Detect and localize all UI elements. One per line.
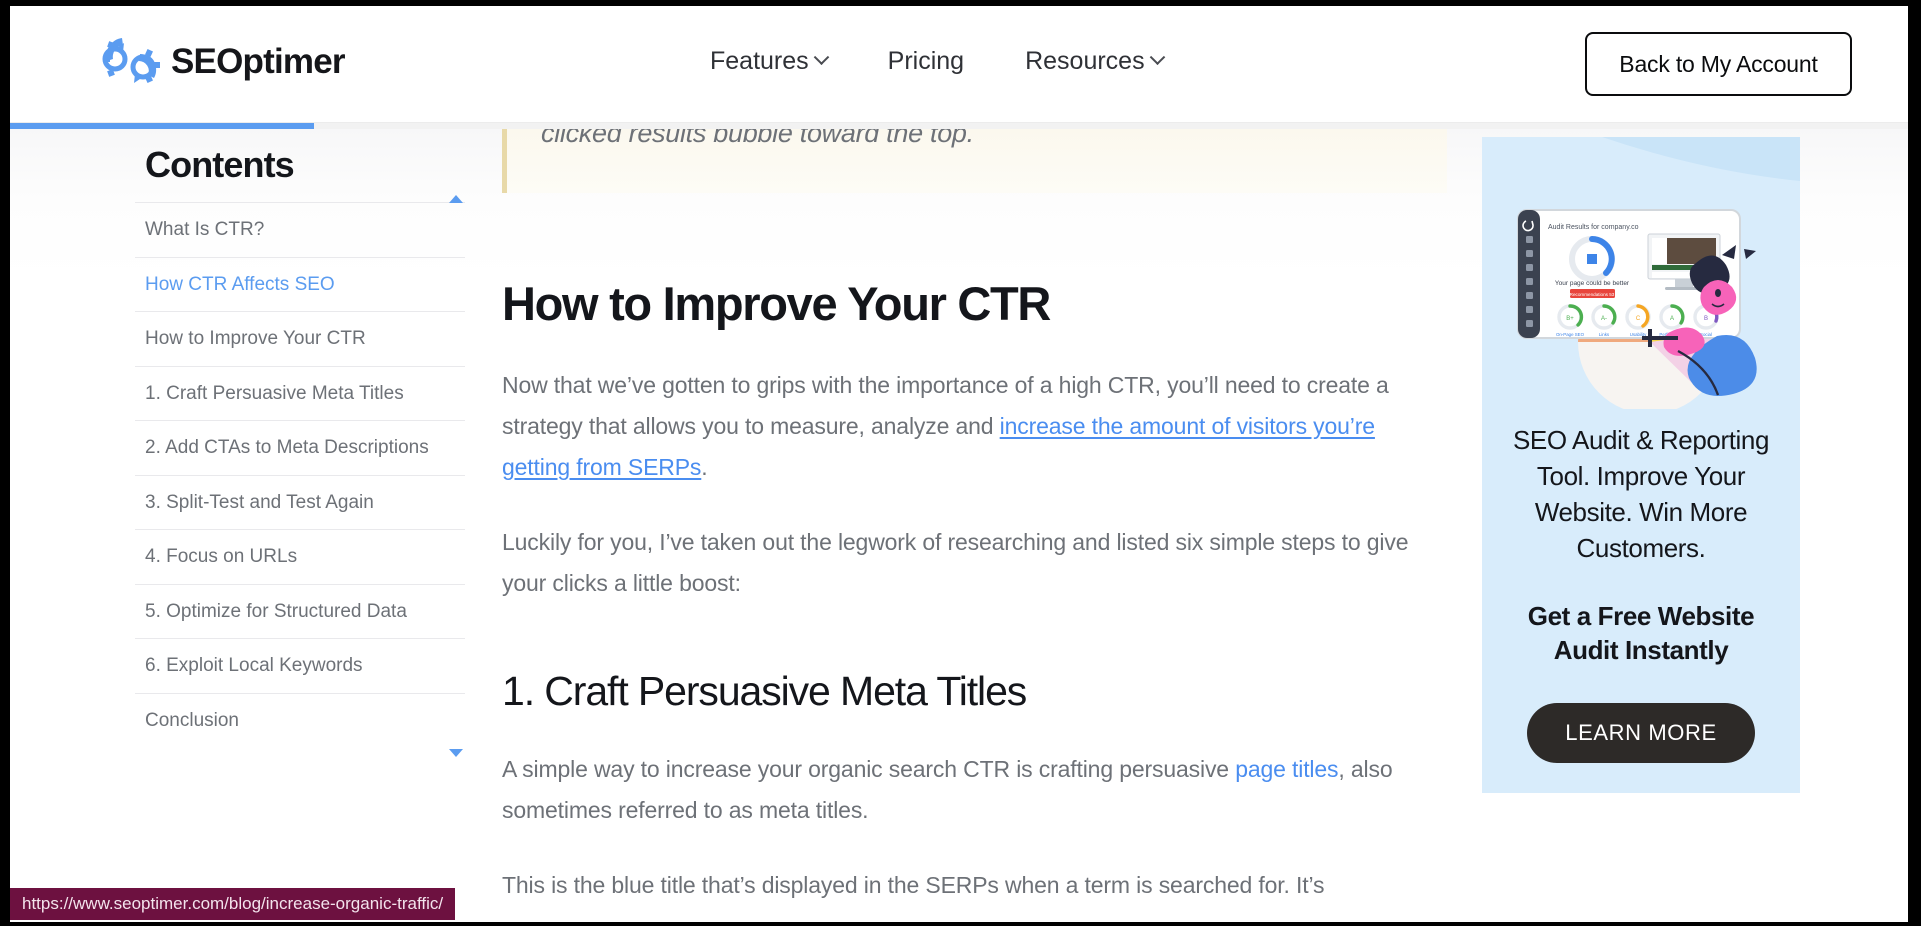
nav-label-pricing: Pricing bbox=[887, 47, 965, 75]
back-to-my-account-button[interactable]: Back to My Account bbox=[1585, 32, 1852, 96]
toc-item-split-test-and-test-again[interactable]: 3. Split-Test and Test Again bbox=[135, 474, 465, 530]
nav-label-features: Features bbox=[710, 47, 809, 75]
toc-item-what-is-ctr[interactable]: What Is CTR? bbox=[135, 202, 465, 257]
svg-text:A-: A- bbox=[1601, 316, 1607, 322]
toc-list: What Is CTR? How CTR Affects SEO How to … bbox=[135, 195, 465, 758]
nav-label-resources: Resources bbox=[1025, 47, 1145, 75]
svg-text:B: B bbox=[1704, 316, 1708, 322]
toc-item-how-ctr-affects-seo[interactable]: How CTR Affects SEO bbox=[135, 256, 465, 312]
promo-sidebar-card[interactable]: Audit Results for company.co Your page c… bbox=[1482, 137, 1800, 793]
section-heading: How to Improve Your CTR bbox=[502, 277, 1051, 330]
paragraph-meta-titles: A simple way to increase your organic se… bbox=[502, 749, 1447, 831]
triangle-up-icon[interactable] bbox=[449, 195, 463, 203]
toc-item-exploit-local-keywords[interactable]: 6. Exploit Local Keywords bbox=[135, 638, 465, 693]
svg-text:C: C bbox=[1636, 316, 1641, 322]
svg-text:On-Page SEO: On-Page SEO bbox=[1556, 332, 1585, 337]
subsection-heading: 1. Craft Persuasive Meta Titles bbox=[502, 667, 1027, 714]
svg-text:Links: Links bbox=[1599, 332, 1610, 337]
triangle-down-icon[interactable] bbox=[449, 749, 463, 758]
site-logo[interactable]: SEOptimer bbox=[102, 34, 345, 88]
seo-audit-dashboard-illustration-icon: Audit Results for company.co Your page c… bbox=[1482, 137, 1800, 409]
nav-item-pricing[interactable]: Pricing bbox=[888, 49, 964, 74]
promo-subheadline: Get a Free Website Audit Instantly bbox=[1527, 600, 1755, 666]
pull-quote-text: clicked results bubble toward the top. bbox=[541, 129, 974, 148]
pull-quote-block: clicked results bubble toward the top. bbox=[502, 129, 1447, 193]
main-navigation: Features Pricing Resources bbox=[710, 47, 1165, 75]
toc-item-add-ctas-to-meta-descriptions[interactable]: 2. Add CTAs to Meta Descriptions bbox=[135, 420, 465, 475]
nav-item-features[interactable]: Features bbox=[710, 47, 829, 75]
page-body: Contents What Is CTR? How CTR Affects SE… bbox=[10, 129, 1908, 922]
svg-text:Recommendations 53: Recommendations 53 bbox=[1570, 292, 1615, 297]
link-page-titles[interactable]: page titles bbox=[1235, 756, 1338, 782]
reading-progress-fill bbox=[10, 123, 314, 129]
chevron-down-icon bbox=[1149, 49, 1165, 66]
paragraph-meta-titles-part-a: A simple way to increase your organic se… bbox=[502, 755, 1236, 782]
site-header: SEOptimer Features Pricing Resources Bac… bbox=[10, 6, 1908, 123]
learn-more-button[interactable]: LEARN MORE bbox=[1527, 702, 1755, 763]
svg-text:Your page could be better: Your page could be better bbox=[1555, 280, 1630, 287]
paragraph-intro: Now that we’ve gotten to grips with the … bbox=[502, 365, 1447, 488]
toc-item-focus-on-urls[interactable]: 4. Focus on URLs bbox=[135, 529, 465, 584]
site-logo-text: SEOptimer bbox=[171, 41, 345, 81]
svg-text:Audit Results for company.co: Audit Results for company.co bbox=[1548, 224, 1639, 231]
promo-headline: SEO Audit & Reporting Tool. Improve Your… bbox=[1512, 425, 1770, 563]
paragraph-blue-title: This is the blue title that’s displayed … bbox=[502, 871, 1325, 898]
browser-viewport: SEOptimer Features Pricing Resources Bac… bbox=[10, 6, 1908, 922]
table-of-contents: Contents What Is CTR? How CTR Affects SE… bbox=[135, 129, 465, 758]
status-bar-url-preview: https://www.seoptimer.com/blog/increase-… bbox=[10, 888, 456, 920]
toc-item-how-to-improve-your-ctr[interactable]: How to Improve Your CTR bbox=[135, 311, 465, 366]
reading-progress-track bbox=[10, 123, 1908, 129]
svg-text:A: A bbox=[1670, 316, 1674, 322]
toc-item-optimize-for-structured-data[interactable]: 5. Optimize for Structured Data bbox=[135, 583, 465, 639]
toc-item-craft-persuasive-meta-titles[interactable]: 1. Craft Persuasive Meta Titles bbox=[135, 365, 465, 421]
paragraph-intro-part-b: . bbox=[701, 453, 708, 480]
chevron-down-icon bbox=[813, 49, 829, 66]
paragraph-six-steps: Luckily for you, I’ve taken out the legw… bbox=[502, 528, 1409, 596]
article-content: clicked results bubble toward the top. H… bbox=[502, 129, 1447, 906]
svg-text:B+: B+ bbox=[1566, 316, 1574, 322]
seoptimer-gear-logo-icon bbox=[102, 38, 160, 83]
toc-item-conclusion[interactable]: Conclusion bbox=[135, 692, 465, 748]
toc-title: Contents bbox=[145, 144, 295, 185]
nav-item-resources[interactable]: Resources bbox=[1025, 47, 1165, 75]
